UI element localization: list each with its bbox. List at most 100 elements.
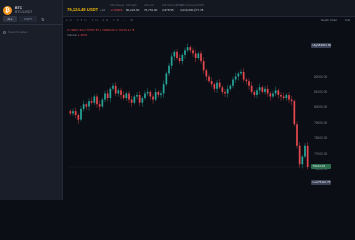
candle-body [88, 101, 90, 107]
high-tag-value: 84001.00 [318, 43, 332, 48]
low-tag-value: 75110.75 [318, 180, 331, 185]
candle-body [301, 156, 304, 165]
market-search[interactable]: Search market [3, 29, 59, 35]
candle-body [282, 96, 285, 99]
search-icon [3, 30, 6, 34]
candle-body [250, 85, 253, 92]
candle-body [194, 53, 197, 59]
candle-body [205, 70, 208, 77]
candle-body [154, 91, 157, 100]
chart-legend: O 79697.30 H 79757.87 L 79680.00 C 79719… [67, 28, 135, 37]
candle-body [168, 65, 170, 74]
candle-body [232, 79, 234, 86]
candle-body [117, 90, 120, 94]
legend-volume-value: 1.4979 [77, 32, 88, 37]
candle-body [229, 85, 232, 89]
candle-body [234, 76, 237, 80]
candle-body [77, 115, 80, 120]
candle-body [136, 94, 138, 97]
stat-value: 80,224.00 [126, 8, 140, 12]
candle-body [277, 90, 280, 95]
price-tick-label: 80000.00 [314, 105, 328, 110]
candle-body [261, 87, 264, 92]
candle-body [165, 73, 168, 85]
candle-body [285, 94, 288, 99]
candle-body [162, 84, 165, 94]
stat-change: 24h Change -2.1800% [110, 4, 124, 12]
candle-body [306, 145, 309, 167]
candle-body [157, 91, 160, 95]
candle-body [304, 145, 306, 157]
candle-body [192, 50, 194, 54]
low-price-tag: Low 75110.75 [311, 180, 331, 186]
candle-body [293, 101, 296, 125]
candle-body [208, 76, 210, 82]
tab-usdt[interactable]: USDT [19, 16, 37, 22]
candle-body [274, 90, 277, 94]
price-tick-label: 79000.00 [314, 120, 328, 125]
high-price-tag: High 84001.00 [311, 43, 332, 49]
candle-body [104, 93, 106, 100]
candle-body [264, 88, 266, 92]
candle-body [242, 71, 245, 80]
brand-text: BTC BTC/USDT [15, 6, 33, 14]
price-chart[interactable]: O 79697.30 H 79757.87 L 79680.00 C 79719… [63, 24, 355, 200]
candle-body [240, 71, 242, 74]
candle-body [216, 82, 218, 89]
candle-body [72, 111, 74, 114]
candle-body [200, 53, 202, 62]
price-tick-label: 78000.00 [314, 136, 328, 141]
candle-body [248, 81, 250, 86]
candle-body [253, 91, 256, 95]
candle-body [213, 84, 216, 89]
candle-body [93, 96, 96, 103]
candle-body [218, 82, 221, 88]
candle-body [258, 87, 261, 91]
more-vertical-icon[interactable]: ⋮ [193, 7, 197, 12]
candle-body [101, 99, 104, 107]
candle-body [221, 87, 224, 92]
brand-pair: BTC/USDT [15, 10, 33, 14]
candle-body [114, 85, 117, 94]
stat-value: 76,701.00 [144, 8, 158, 12]
candle-body [170, 56, 173, 66]
candle-body [69, 111, 72, 114]
price-tick-label: 82000.00 [314, 74, 328, 79]
search-input[interactable]: Search market [8, 30, 28, 34]
chart-toolbar: 1m 15m 1H 4H 1D ~ ⚙ Depth Chart Full [63, 17, 355, 24]
interval-tools[interactable]: 1m 15m 1H 4H 1D ~ ⚙ [66, 18, 135, 22]
tab-all[interactable]: ALL [3, 16, 17, 22]
fullscreen-button[interactable]: Full [345, 18, 350, 22]
sidebar-divider [0, 24, 63, 25]
ticker-header: 76,124.49 USDT +1d 24h Change -2.1800% 2… [63, 0, 355, 17]
candle-body [141, 98, 144, 103]
candle-body [138, 94, 141, 103]
price-interval: +1d [100, 8, 106, 12]
candle-body [96, 96, 98, 105]
candle-body [288, 94, 290, 100]
candle-body [90, 101, 93, 103]
candle-body [202, 61, 205, 71]
candle-body [224, 91, 226, 94]
price-tick-label: 77000.00 [314, 151, 328, 156]
candle-body [237, 73, 240, 77]
candle-body [128, 93, 130, 100]
candle-body [269, 93, 272, 97]
candle-body [290, 99, 293, 102]
candle-body [149, 91, 152, 97]
candle-body [133, 96, 136, 103]
price-tick-label: 81000.00 [314, 89, 328, 94]
candle-body [280, 94, 282, 97]
candle-body [272, 93, 274, 97]
market-sidebar: ₿ BTC BTC/USDT ALL USDT ⇅ Search market [0, 0, 63, 200]
legend-volume-label: Volume [67, 32, 78, 37]
stat-value: -2.1800% [110, 8, 123, 12]
candle-body [186, 47, 189, 51]
filter-icon[interactable]: ⇅ [41, 17, 44, 22]
brand[interactable]: ₿ BTC BTC/USDT [3, 4, 33, 16]
candle-body [109, 88, 112, 99]
candle-body [112, 85, 114, 89]
depth-chart-button[interactable]: Depth Chart [321, 18, 337, 22]
candle-body [160, 93, 162, 95]
candle-body [120, 90, 122, 95]
